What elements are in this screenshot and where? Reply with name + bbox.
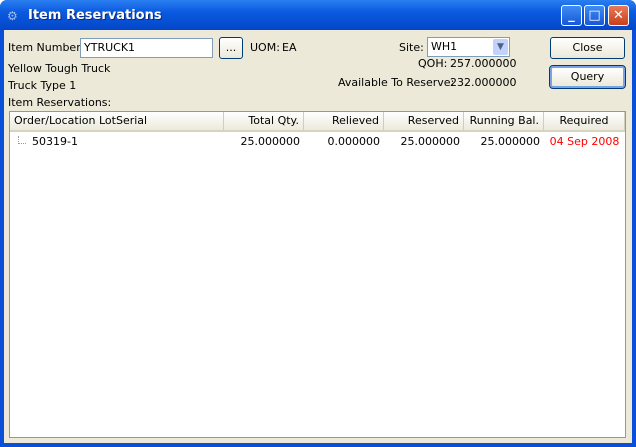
minimize-button[interactable]: _	[561, 5, 582, 26]
item-reservations-label: Item Reservations:	[8, 96, 112, 109]
column-header-required[interactable]: Required	[544, 112, 625, 130]
cell-reserved: 25.000000	[400, 135, 461, 148]
uom-value: EA	[282, 41, 297, 54]
qoh-value: 257.000000	[450, 57, 517, 70]
site-value: WH1	[431, 40, 458, 53]
item-description-2: Truck Type 1	[8, 79, 77, 92]
cell-order: 50319-1	[32, 135, 78, 148]
cell-relieved: 0.000000	[327, 135, 381, 148]
item-description-1: Yellow Tough Truck	[8, 62, 111, 75]
site-label: Site:	[399, 41, 424, 54]
window: ⚙ Item Reservations _ □ ✕ Item Number: Y…	[0, 0, 636, 447]
column-header-order[interactable]: Order/Location LotSerial	[10, 112, 224, 130]
item-number-label: Item Number:	[8, 41, 85, 54]
reservations-list[interactable]: Order/Location LotSerial Total Qty. Reli…	[9, 111, 626, 438]
window-title: Item Reservations	[28, 8, 162, 23]
site-select[interactable]: WH1 ▼	[427, 37, 510, 57]
available-value: 232.000000	[450, 76, 517, 89]
column-header-reserved[interactable]: Reserved	[384, 112, 464, 130]
close-button[interactable]: Close	[550, 37, 625, 59]
column-header-total-qty[interactable]: Total Qty.	[224, 112, 304, 130]
list-header: Order/Location LotSerial Total Qty. Reli…	[10, 112, 625, 132]
tree-line-icon	[18, 136, 26, 144]
column-header-running-bal[interactable]: Running Bal.	[464, 112, 544, 130]
title-bar[interactable]: ⚙ Item Reservations _ □ ✕	[0, 0, 636, 30]
dialog-body: Item Number: YTRUCK1 ... UOM: EA Yellow …	[4, 30, 632, 443]
item-lookup-button[interactable]: ...	[219, 37, 243, 59]
available-label: Available To Reserve:	[338, 76, 455, 89]
item-number-input[interactable]: YTRUCK1	[80, 38, 213, 58]
query-button[interactable]: Query	[549, 65, 626, 89]
gears-icon: ⚙	[7, 9, 18, 23]
chevron-down-icon[interactable]: ▼	[493, 39, 508, 55]
close-window-button[interactable]: ✕	[608, 5, 629, 26]
uom-label: UOM:	[250, 41, 280, 54]
column-header-relieved[interactable]: Relieved	[304, 112, 384, 130]
qoh-label: QOH:	[418, 57, 448, 70]
cell-required: 04 Sep 2008	[549, 135, 620, 148]
cell-running-bal: 25.000000	[480, 135, 541, 148]
maximize-button[interactable]: □	[584, 5, 605, 26]
cell-total-qty: 25.000000	[240, 135, 301, 148]
